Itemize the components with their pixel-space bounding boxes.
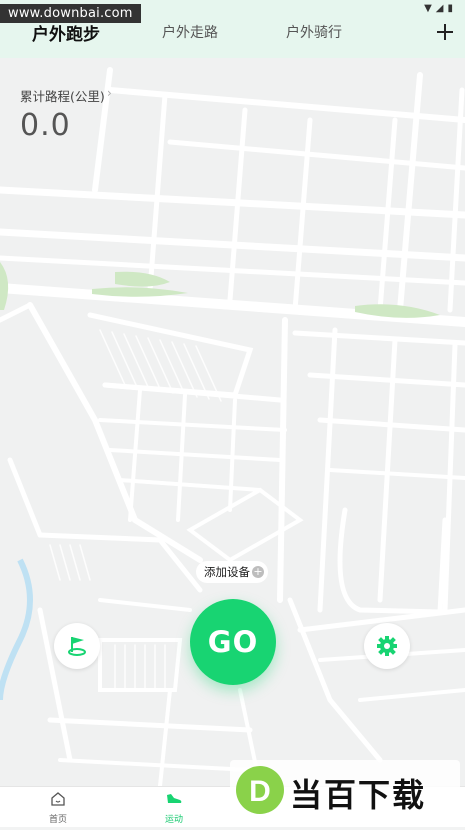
status-icons: ▼ ◢ ▮ (424, 3, 453, 14)
battery-icon: ▮ (447, 3, 453, 14)
top-tab-bar: www.downbai.com ▼ ◢ ▮ 户外跑步 户外走路 户外骑行 (0, 0, 465, 58)
gear-icon (377, 636, 397, 656)
settings-button[interactable] (364, 623, 410, 669)
tab-outdoor-walk[interactable]: 户外走路 (162, 22, 218, 42)
nav-sport-label: 运动 (164, 815, 183, 825)
brand-logo-icon: D (236, 766, 284, 814)
go-button[interactable]: GO (190, 599, 276, 685)
tab-outdoor-cycle[interactable]: 户外骑行 (286, 22, 342, 42)
home-icon (51, 792, 65, 806)
add-device-label: 添加设备 (204, 565, 250, 579)
tab-outdoor-run[interactable]: 户外跑步 (32, 20, 100, 45)
distance-label[interactable]: 累计路程(公里) (20, 86, 105, 105)
brand-logo-letter: D (249, 775, 271, 808)
shoe-icon (167, 794, 182, 803)
nav-sport[interactable]: 运动 (144, 791, 204, 825)
nav-home-label: 首页 (48, 815, 67, 825)
wifi-icon: ▼ (424, 3, 432, 14)
flag-icon (68, 637, 86, 656)
logo-watermark-text: 当百下载 (290, 776, 427, 814)
signal-icon: ◢ (435, 3, 444, 14)
route-flag-button[interactable] (54, 623, 100, 669)
add-device-button[interactable]: 添加设备 + (196, 561, 268, 583)
chevron-right-icon[interactable]: › (107, 86, 112, 100)
logo-watermark: D 当百下载 (230, 760, 460, 820)
add-icon[interactable] (437, 24, 453, 40)
plus-circle-icon: + (252, 565, 264, 578)
nav-home[interactable]: 首页 (28, 791, 88, 825)
distance-value: 0.0 (20, 108, 71, 143)
